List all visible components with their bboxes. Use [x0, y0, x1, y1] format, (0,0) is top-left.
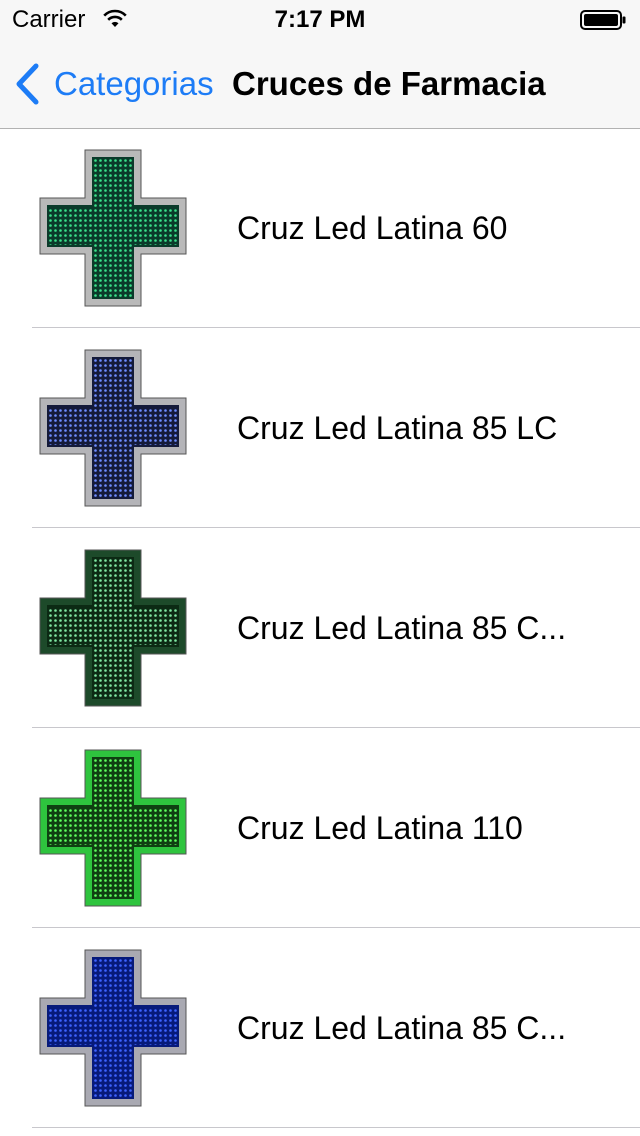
pharmacy-cross-image [39, 949, 187, 1107]
list-item[interactable]: Cruz Led Latina 85 C... [0, 528, 640, 728]
product-list: Cruz Led Latina 60 Cruz Led Latina 85 LC… [0, 128, 640, 1128]
list-item[interactable]: Cruz Led Latina 85 LC [0, 328, 640, 528]
product-name: Cruz Led Latina 110 [237, 810, 523, 846]
page-title: Cruces de Farmacia [232, 65, 546, 102]
pharmacy-cross-image [39, 749, 187, 907]
navigation-bar: Categorias Cruces de Farmacia [0, 40, 640, 129]
product-name: Cruz Led Latina 85 C... [237, 610, 567, 646]
status-time: 7:17 PM [274, 6, 366, 33]
pharmacy-cross-image [39, 349, 187, 507]
pharmacy-cross-image [39, 549, 187, 707]
battery-icon [580, 10, 626, 30]
back-button[interactable]: Categorias [14, 40, 214, 128]
product-name: Cruz Led Latina 60 [237, 210, 508, 246]
chevron-left-icon [16, 63, 39, 105]
product-name: Cruz Led Latina 85 C... [237, 1010, 567, 1046]
list-item[interactable]: Cruz Led Latina 85 C... [0, 928, 640, 1128]
status-bar: Carrier 7:17 PM [0, 0, 640, 40]
pharmacy-cross-image [39, 149, 187, 307]
product-name: Cruz Led Latina 85 LC [237, 410, 558, 446]
list-item[interactable]: Cruz Led Latina 60 [0, 128, 640, 328]
list-item[interactable]: Cruz Led Latina 110 [0, 728, 640, 928]
back-button-label: Categorias [54, 65, 214, 102]
